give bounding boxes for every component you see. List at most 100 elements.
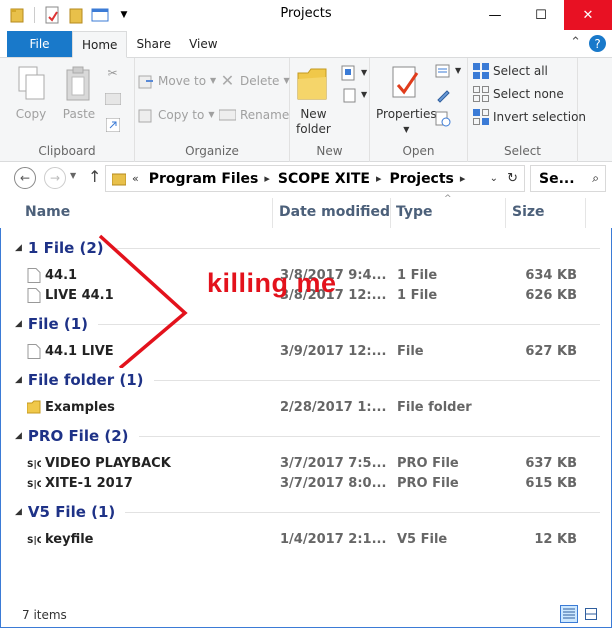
address-bar[interactable]: « Program Files ▸ SCOPE XITE ▸ Projects … <box>105 165 525 192</box>
collapse-triangle-icon[interactable]: ◢ <box>15 319 22 329</box>
select-none-button[interactable]: Select none <box>472 85 564 102</box>
new-folder-label-2: folder <box>296 122 331 136</box>
open-group-label: Open <box>402 144 435 158</box>
help-icon[interactable]: ? <box>589 35 606 52</box>
group-title: V5 File (1) <box>27 503 116 521</box>
column-name[interactable]: Name <box>25 204 70 220</box>
group-header[interactable]: ◢ V5 File (1) <box>15 503 600 521</box>
properties-dropdown-icon[interactable]: ▼ <box>403 122 409 137</box>
recent-locations-icon[interactable]: ▼ <box>70 171 76 180</box>
file-name: keyfile <box>45 532 94 547</box>
paste-shortcut-button[interactable] <box>104 116 121 133</box>
column-divider[interactable] <box>390 198 391 228</box>
maximize-button[interactable]: ☐ <box>518 0 564 30</box>
overflow-crumb[interactable]: « <box>132 172 139 185</box>
column-divider[interactable] <box>585 198 586 228</box>
blank-file-icon <box>27 288 41 303</box>
list-item[interactable]: Examples 2/28/2017 1:... File folder <box>0 397 612 417</box>
invert-selection-button[interactable]: Invert selection <box>472 108 586 125</box>
close-button[interactable]: ✕ <box>564 0 612 30</box>
list-item[interactable]: 44.1 LIVE 3/9/2017 12:... File 627 KB <box>0 341 612 361</box>
column-size[interactable]: Size <box>512 204 545 220</box>
title-bar: ▼ Projects — ☐ ✕ <box>0 0 612 31</box>
group-title: PRO File (2) <box>27 427 129 445</box>
copy-path-button[interactable] <box>104 90 121 107</box>
group-header[interactable]: ◢ PRO File (2) <box>15 427 600 445</box>
organize-group: Move to ▼ Copy to ▼ ✕ Delete ▼ Rename Organ… <box>135 58 290 162</box>
tab-file[interactable]: File <box>7 31 72 57</box>
delete-button[interactable]: ✕ Delete ▼ <box>219 71 290 90</box>
chevron-right-icon[interactable]: ▸ <box>264 172 270 185</box>
svg-text:S|C: S|C <box>27 480 41 490</box>
view-toggle <box>560 605 600 623</box>
ribbon-tabs: File Home Share View ⌃ ? <box>0 31 612 58</box>
sort-up-icon: ^ <box>444 194 452 204</box>
status-bar: 7 items <box>0 600 612 628</box>
chevron-right-icon[interactable]: ▸ <box>460 172 466 185</box>
file-type: 1 File <box>397 268 438 283</box>
history-button[interactable] <box>434 110 451 127</box>
file-size: 627 KB <box>525 344 577 359</box>
forward-button[interactable]: → <box>44 167 66 189</box>
new-folder-icon <box>296 64 330 104</box>
file-date: 3/7/2017 8:0... <box>280 476 387 491</box>
list-item[interactable]: S|C XITE-1 2017 3/7/2017 8:0... PRO File… <box>0 473 612 493</box>
group-title: 1 File (2) <box>27 239 104 257</box>
edit-button[interactable] <box>434 86 451 103</box>
copy-label: Copy <box>15 107 47 121</box>
up-arrow-icon[interactable]: ↑ <box>88 167 101 186</box>
back-button[interactable]: ← <box>14 167 36 189</box>
collapse-triangle-icon[interactable]: ◢ <box>15 507 22 517</box>
copy-to-button[interactable]: Copy to ▼ <box>137 106 214 123</box>
new-item-icon <box>340 64 357 81</box>
properties-button[interactable]: Properties ▼ <box>376 64 437 137</box>
file-type: PRO File <box>397 456 459 471</box>
collapse-triangle-icon[interactable]: ◢ <box>15 375 22 385</box>
easy-access-button[interactable]: ▼ <box>340 86 367 103</box>
column-divider[interactable] <box>505 198 506 228</box>
svg-text:S|C: S|C <box>27 536 41 546</box>
column-type[interactable]: Type <box>396 204 433 220</box>
group-header[interactable]: ◢ File folder (1) <box>15 371 600 389</box>
search-icon: ⌕ <box>592 171 599 185</box>
rename-button[interactable]: Rename <box>219 106 289 123</box>
new-folder-button[interactable]: New folder <box>296 64 331 137</box>
cut-button[interactable]: ✂ <box>104 64 121 81</box>
collapse-triangle-icon[interactable]: ◢ <box>15 431 22 441</box>
minimize-button[interactable]: — <box>472 0 518 30</box>
move-to-button[interactable]: Move to ▼ <box>137 72 216 89</box>
navigation-bar: ← → ▼ ↑ « Program Files ▸ SCOPE XITE ▸ P… <box>0 162 612 194</box>
file-type: PRO File <box>397 476 459 491</box>
address-dropdown-icon[interactable]: ⌄ <box>490 173 498 184</box>
rename-label: Rename <box>240 107 290 122</box>
copy-to-label: Copy to <box>158 107 205 122</box>
paste-button[interactable]: Paste <box>62 64 96 122</box>
new-item-button[interactable]: ▼ <box>340 64 367 81</box>
select-all-button[interactable]: Select all <box>472 62 548 79</box>
refresh-icon[interactable]: ↻ <box>507 171 518 186</box>
list-item[interactable]: S|C keyfile 1/4/2017 2:1... V5 File 12 K… <box>0 529 612 549</box>
invert-selection-label: Invert selection <box>493 109 587 124</box>
chevron-right-icon[interactable]: ▸ <box>376 172 382 185</box>
breadcrumb-projects[interactable]: Projects <box>389 171 453 187</box>
collapse-ribbon-icon[interactable]: ⌃ <box>570 35 581 52</box>
breadcrumb-program-files[interactable]: Program Files <box>149 171 259 187</box>
tab-view[interactable]: View <box>180 31 226 57</box>
file-size: 12 KB <box>534 532 577 547</box>
divider <box>125 511 600 513</box>
folder-icon <box>27 400 41 414</box>
open-button[interactable]: ▼ <box>434 62 461 79</box>
column-divider[interactable] <box>272 198 273 228</box>
copy-button[interactable]: Copy <box>14 64 48 122</box>
large-icons-view-icon[interactable] <box>582 605 600 623</box>
collapse-triangle-icon[interactable]: ◢ <box>15 243 22 253</box>
tab-share[interactable]: Share <box>127 31 180 57</box>
clipboard-group-label: Clipboard <box>38 144 96 158</box>
list-item[interactable]: S|C VIDEO PLAYBACK 3/7/2017 7:5... PRO F… <box>0 453 612 473</box>
search-input[interactable]: Se... ⌕ <box>530 165 606 192</box>
tab-home[interactable]: Home <box>72 31 128 58</box>
details-view-icon[interactable] <box>560 605 578 623</box>
select-none-icon <box>472 85 489 102</box>
breadcrumb-scope-xite[interactable]: SCOPE XITE <box>278 171 370 187</box>
column-date-modified[interactable]: Date modified <box>279 204 390 220</box>
